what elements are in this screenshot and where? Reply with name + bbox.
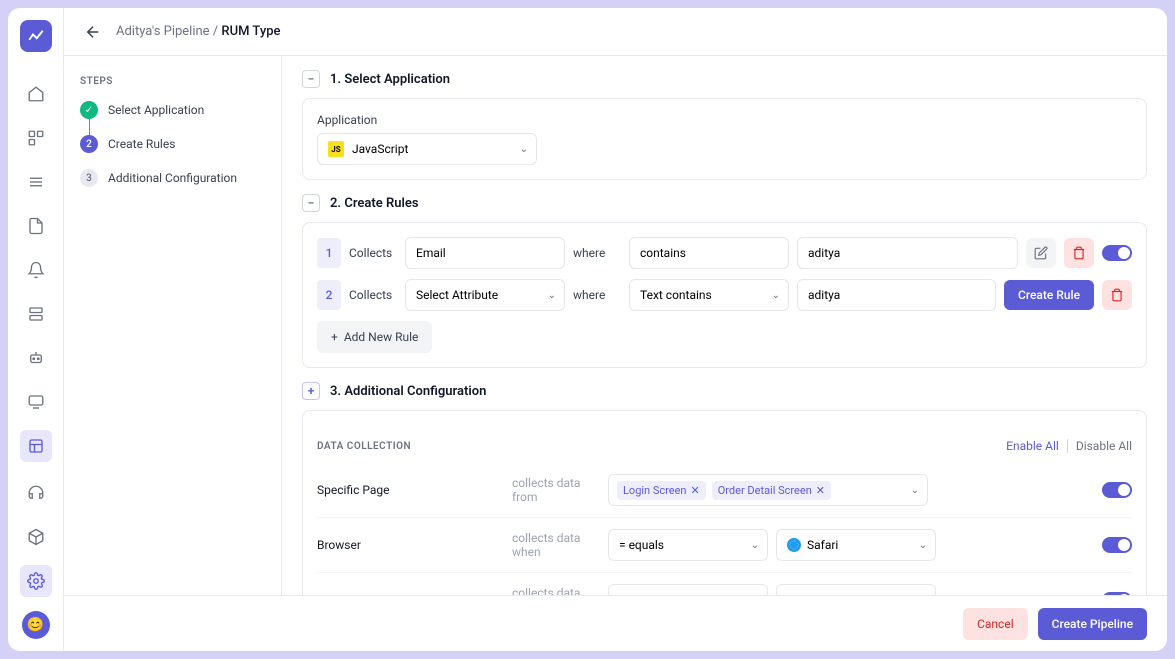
- rule-operator-select[interactable]: Text contains⌄: [629, 279, 789, 311]
- rule-row: 2 Collects Select Attribute⌄ where Text …: [317, 279, 1132, 311]
- nav-sidebar: 😊: [8, 8, 64, 651]
- rule-attribute-input[interactable]: Email: [405, 237, 565, 269]
- steps-panel: STEPS ✓ Select Application 2 Create Rule…: [64, 56, 282, 595]
- config-toggle[interactable]: [1102, 482, 1132, 498]
- chevron-down-icon: ⌄: [520, 144, 528, 155]
- section-header-application: − 1. Select Application: [302, 56, 1147, 98]
- rule-number: 1: [317, 238, 341, 268]
- section-title: 3. Additional Configuration: [330, 384, 486, 399]
- region-value-select[interactable]: Asia Pacific⌄: [776, 584, 936, 595]
- application-card: Application JS JavaScript ⌄: [302, 98, 1147, 180]
- safari-icon: [787, 538, 801, 552]
- nav-document-icon[interactable]: [20, 210, 52, 242]
- step-label: Create Rules: [108, 137, 175, 151]
- breadcrumb: Aditya's Pipeline / RUM Type: [116, 24, 280, 39]
- back-button[interactable]: [84, 23, 102, 41]
- chevron-down-icon: ⌄: [751, 540, 759, 551]
- chevron-down-icon: ⌄: [751, 595, 759, 596]
- plus-icon: +: [331, 330, 338, 344]
- config-toggle[interactable]: [1102, 537, 1132, 553]
- cancel-button[interactable]: Cancel: [963, 608, 1028, 640]
- section-title: 2. Create Rules: [330, 196, 419, 211]
- rule-value-input[interactable]: aditya: [797, 279, 996, 311]
- javascript-icon: JS: [328, 141, 344, 157]
- step-number-icon: 2: [80, 135, 98, 153]
- rule-number: 2: [317, 280, 341, 310]
- section-header-rules: − 2. Create Rules: [302, 180, 1147, 222]
- chevron-down-icon: ⌄: [919, 540, 927, 551]
- nav-apps-icon[interactable]: [20, 122, 52, 154]
- disable-all-link[interactable]: Disable All: [1076, 439, 1132, 453]
- delete-button[interactable]: [1064, 238, 1094, 268]
- steps-title: STEPS: [80, 76, 265, 87]
- chevron-down-icon: ⌄: [772, 290, 780, 301]
- create-rule-button[interactable]: Create Rule: [1004, 280, 1094, 310]
- rule-row: 1 Collects Email where contains aditya: [317, 237, 1132, 269]
- step-label: Select Application: [108, 103, 204, 117]
- page-tag: Order Detail Screen✕: [712, 481, 831, 500]
- rule-operator-input[interactable]: contains: [629, 237, 789, 269]
- chevron-down-icon: ⌄: [911, 485, 919, 496]
- breadcrumb-parent[interactable]: Aditya's Pipeline: [116, 24, 210, 39]
- delete-button[interactable]: [1102, 280, 1132, 310]
- edit-button[interactable]: [1026, 238, 1056, 268]
- nav-bell-icon[interactable]: [20, 254, 52, 286]
- config-card: DATA COLLECTION Enable All Disable All S…: [302, 410, 1147, 595]
- collapse-icon[interactable]: −: [302, 194, 320, 212]
- topbar: Aditya's Pipeline / RUM Type: [64, 8, 1167, 56]
- app-logo: [20, 20, 52, 52]
- add-rule-button[interactable]: + Add New Rule: [317, 321, 432, 353]
- nav-box-icon[interactable]: [20, 521, 52, 553]
- rule-value-input[interactable]: aditya: [797, 237, 1018, 269]
- nav-support-icon[interactable]: [20, 477, 52, 509]
- data-collection-title: DATA COLLECTION: [317, 441, 411, 452]
- step-number-icon: 3: [80, 169, 98, 187]
- breadcrumb-current: RUM Type: [221, 24, 280, 39]
- browser-op-select[interactable]: = equals⌄: [608, 529, 768, 561]
- page-tag: Login Screen✕: [617, 481, 706, 500]
- remove-tag-icon[interactable]: ✕: [691, 484, 700, 497]
- section-title: 1. Select Application: [330, 72, 450, 87]
- page-tag-input[interactable]: Login Screen✕ Order Detail Screen✕ ⌄: [608, 474, 928, 506]
- step-additional-configuration[interactable]: 3 Additional Configuration: [80, 169, 265, 187]
- user-avatar[interactable]: 😊: [22, 611, 50, 639]
- chevron-down-icon: ⌄: [548, 290, 556, 301]
- nav-robot-icon[interactable]: [20, 342, 52, 374]
- rule-attribute-select[interactable]: Select Attribute⌄: [405, 279, 565, 311]
- step-create-rules[interactable]: 2 Create Rules: [80, 135, 265, 153]
- nav-layers-icon[interactable]: [20, 298, 52, 330]
- application-select[interactable]: JS JavaScript ⌄: [317, 133, 537, 165]
- remove-tag-icon[interactable]: ✕: [816, 484, 825, 497]
- footer: Cancel Create Pipeline: [64, 595, 1167, 651]
- config-toggle[interactable]: [1102, 592, 1132, 595]
- nav-pipeline-icon[interactable]: [20, 430, 52, 462]
- step-label: Additional Configuration: [108, 171, 237, 185]
- collapse-icon[interactable]: −: [302, 70, 320, 88]
- nav-home-icon[interactable]: [20, 78, 52, 110]
- browser-value-select[interactable]: Safari⌄: [776, 529, 936, 561]
- config-row-region: Region/Location collects data when = equ…: [317, 572, 1132, 595]
- step-select-application[interactable]: ✓ Select Application: [80, 101, 265, 119]
- nav-list-icon[interactable]: [20, 166, 52, 198]
- application-label: Application: [317, 113, 1132, 127]
- section-header-config: + 3. Additional Configuration: [302, 368, 1147, 410]
- region-op-select[interactable]: = equals⌄: [608, 584, 768, 595]
- rules-card: 1 Collects Email where contains aditya 2…: [302, 222, 1147, 368]
- nav-settings-icon[interactable]: [20, 565, 52, 597]
- rule-toggle[interactable]: [1102, 245, 1132, 261]
- config-row-page: Specific Page collects data from Login S…: [317, 463, 1132, 517]
- chevron-down-icon: ⌄: [919, 595, 927, 596]
- expand-icon[interactable]: +: [302, 382, 320, 400]
- check-icon: ✓: [80, 101, 98, 119]
- nav-monitor-icon[interactable]: [20, 386, 52, 418]
- config-row-browser: Browser collects data when = equals⌄ Saf…: [317, 517, 1132, 572]
- create-pipeline-button[interactable]: Create Pipeline: [1038, 608, 1147, 640]
- enable-all-link[interactable]: Enable All: [1006, 439, 1059, 453]
